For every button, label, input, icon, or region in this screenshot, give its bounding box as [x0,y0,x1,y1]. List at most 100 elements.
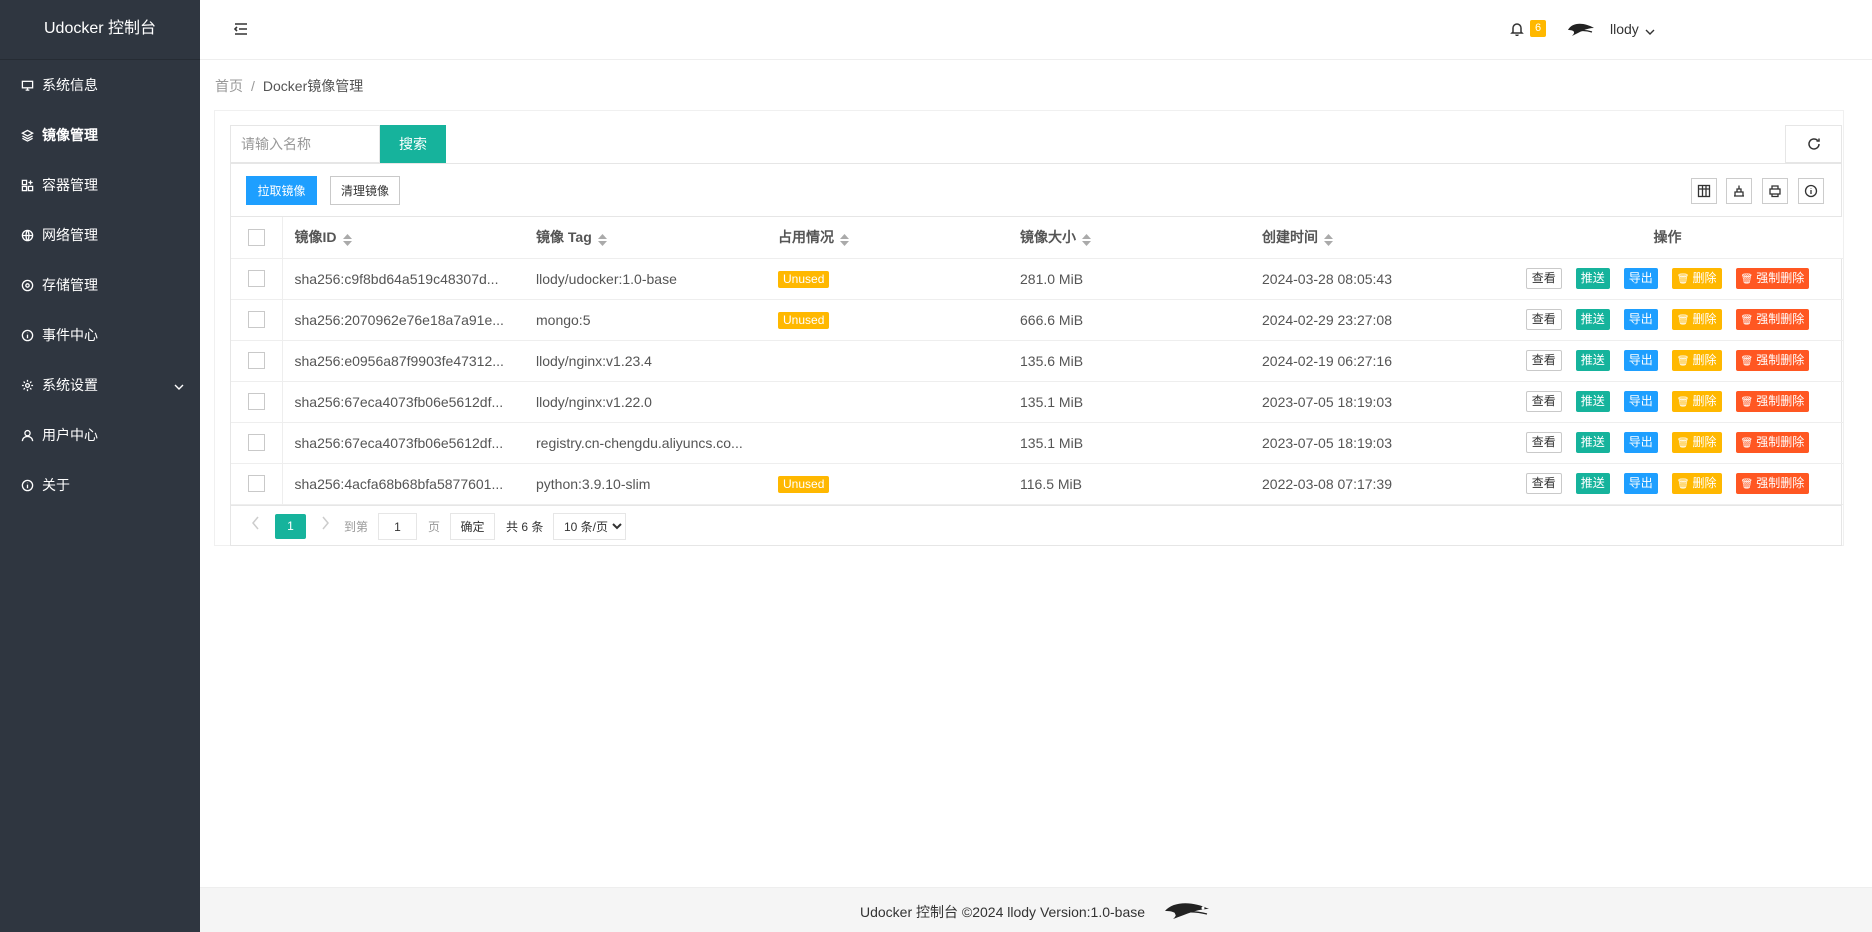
page-current[interactable]: 1 [275,514,306,539]
refresh-button[interactable] [1785,125,1842,163]
breadcrumb-current: Docker镜像管理 [262,78,364,94]
image-tag: llody/nginx:v1.23.4 [524,340,766,382]
delete-button[interactable]: 🗑 删除 [1671,473,1722,494]
export-button[interactable]: 导出 [1623,473,1658,494]
column-header-usage[interactable]: 占用情况 [766,217,1008,259]
search-button[interactable]: 搜索 [380,125,446,163]
sort-icon[interactable] [1082,233,1091,246]
export-button[interactable]: 导出 [1623,268,1658,289]
goto-page-input[interactable] [378,513,417,540]
export-button[interactable]: 导出 [1623,432,1658,453]
breadcrumb: 首页 / Docker镜像管理 [215,76,363,96]
goto-confirm-button[interactable]: 确定 [450,513,495,540]
force-delete-button[interactable]: 🗑 强制删除 [1735,268,1810,289]
container-icon [20,178,34,192]
page-size-select[interactable]: 10 条/页 [553,513,626,540]
pull-image-button[interactable]: 拉取镜像 [246,176,317,205]
view-button[interactable]: 查看 [1525,350,1562,371]
export-icon[interactable] [1726,178,1752,204]
sidebar-item-3[interactable]: 容器管理 [0,160,200,210]
goto-label: 到第 [344,520,369,534]
force-delete-button[interactable]: 🗑 强制删除 [1735,473,1810,494]
username[interactable]: llody [1610,21,1639,37]
delete-button[interactable]: 🗑 删除 [1671,391,1722,412]
image-tag: mongo:5 [524,299,766,341]
delete-button[interactable]: 🗑 删除 [1671,432,1722,453]
search-input[interactable] [230,125,380,163]
export-button[interactable]: 导出 [1623,309,1658,330]
sidebar-item-label: 网络管理 [42,227,98,243]
image-tag: llody/udocker:1.0-base [524,258,766,300]
row-checkbox[interactable] [247,434,265,452]
force-delete-button[interactable]: 🗑 强制删除 [1735,391,1810,412]
usage-cell: Unused [766,258,1008,300]
column-header-id[interactable]: 镜像ID [282,217,524,259]
delete-button[interactable]: 🗑 删除 [1671,268,1722,289]
chevron-down-icon[interactable] [174,379,184,390]
push-button[interactable]: 推送 [1575,268,1610,289]
sidebar-item-6[interactable]: 事件中心 [0,310,200,360]
view-button[interactable]: 查看 [1525,473,1562,494]
push-button[interactable]: 推送 [1575,350,1610,371]
columns-filter-icon[interactable] [1691,178,1717,204]
row-checkbox[interactable] [247,475,265,493]
delete-button[interactable]: 🗑 删除 [1671,350,1722,371]
select-all-checkbox[interactable] [247,229,265,247]
push-button[interactable]: 推送 [1575,432,1610,453]
column-header-created[interactable]: 创建时间 [1250,217,1492,259]
user-avatar[interactable] [1566,18,1596,42]
force-delete-button[interactable]: 🗑 强制删除 [1735,350,1810,371]
created-time: 2024-02-29 23:27:08 [1250,299,1492,341]
notification-badge[interactable]: 6 [1530,20,1546,37]
row-checkbox[interactable] [247,393,265,411]
view-button[interactable]: 查看 [1525,309,1562,330]
sidebar-item-7[interactable]: 系统设置 [0,360,200,410]
view-button[interactable]: 查看 [1525,391,1562,412]
sort-icon[interactable] [1324,233,1333,246]
export-button[interactable]: 导出 [1623,391,1658,412]
view-button[interactable]: 查看 [1525,432,1562,453]
chevron-down-icon[interactable] [1645,24,1655,35]
brand-title[interactable]: Udocker 控制台 [0,0,200,60]
chevron-right-icon[interactable] [320,516,332,534]
user-icon [20,428,34,442]
view-button[interactable]: 查看 [1525,268,1562,289]
sidebar-item-label: 用户中心 [42,427,98,443]
status-badge: Unused [778,311,830,329]
export-button[interactable]: 导出 [1623,350,1658,371]
sidebar-item-2[interactable]: 镜像管理 [0,110,200,160]
sidebar-item-8[interactable]: 用户中心 [0,410,200,460]
row-checkbox[interactable] [247,270,265,288]
image-id: sha256:e0956a87f9903fe47312... [282,340,524,382]
row-checkbox[interactable] [247,311,265,329]
sidebar-item-4[interactable]: 网络管理 [0,210,200,260]
breadcrumb-home[interactable]: 首页 [215,78,243,94]
force-delete-button[interactable]: 🗑 强制删除 [1735,432,1810,453]
created-time: 2024-02-19 06:27:16 [1250,340,1492,382]
sidebar-toggle-icon[interactable] [233,22,248,36]
table-row: sha256:2070962e76e18a7a91e... mongo:5 Unus… [231,299,1843,341]
row-checkbox[interactable] [247,352,265,370]
sort-icon[interactable] [342,233,352,246]
image-id: sha256:67eca4073fb06e5612df... [282,422,524,464]
sidebar-item-1[interactable]: 系统信息 [0,60,200,110]
bell-icon[interactable] [1510,22,1524,37]
column-header-tag[interactable]: 镜像 Tag [524,217,766,259]
table-row: sha256:4acfa68b68bfa5877601... python:3.9… [231,463,1843,505]
sort-icon[interactable] [840,233,849,246]
push-button[interactable]: 推送 [1575,309,1610,330]
info-icon[interactable] [1798,178,1824,204]
chevron-left-icon[interactable] [251,516,263,534]
clean-images-button[interactable]: 清理镜像 [330,176,400,205]
sidebar-item-9[interactable]: 关于 [0,460,200,510]
push-button[interactable]: 推送 [1575,391,1610,412]
force-delete-button[interactable]: 🗑 强制删除 [1735,309,1810,330]
sort-icon[interactable] [597,233,607,246]
column-header-size[interactable]: 镜像大小 [1008,217,1250,259]
image-size: 116.5 MiB [1008,463,1250,505]
delete-button[interactable]: 🗑 删除 [1671,309,1722,330]
push-button[interactable]: 推送 [1575,473,1610,494]
print-icon[interactable] [1762,178,1788,204]
image-id: sha256:2070962e76e18a7a91e... [282,299,524,341]
sidebar-item-5[interactable]: 存储管理 [0,260,200,310]
